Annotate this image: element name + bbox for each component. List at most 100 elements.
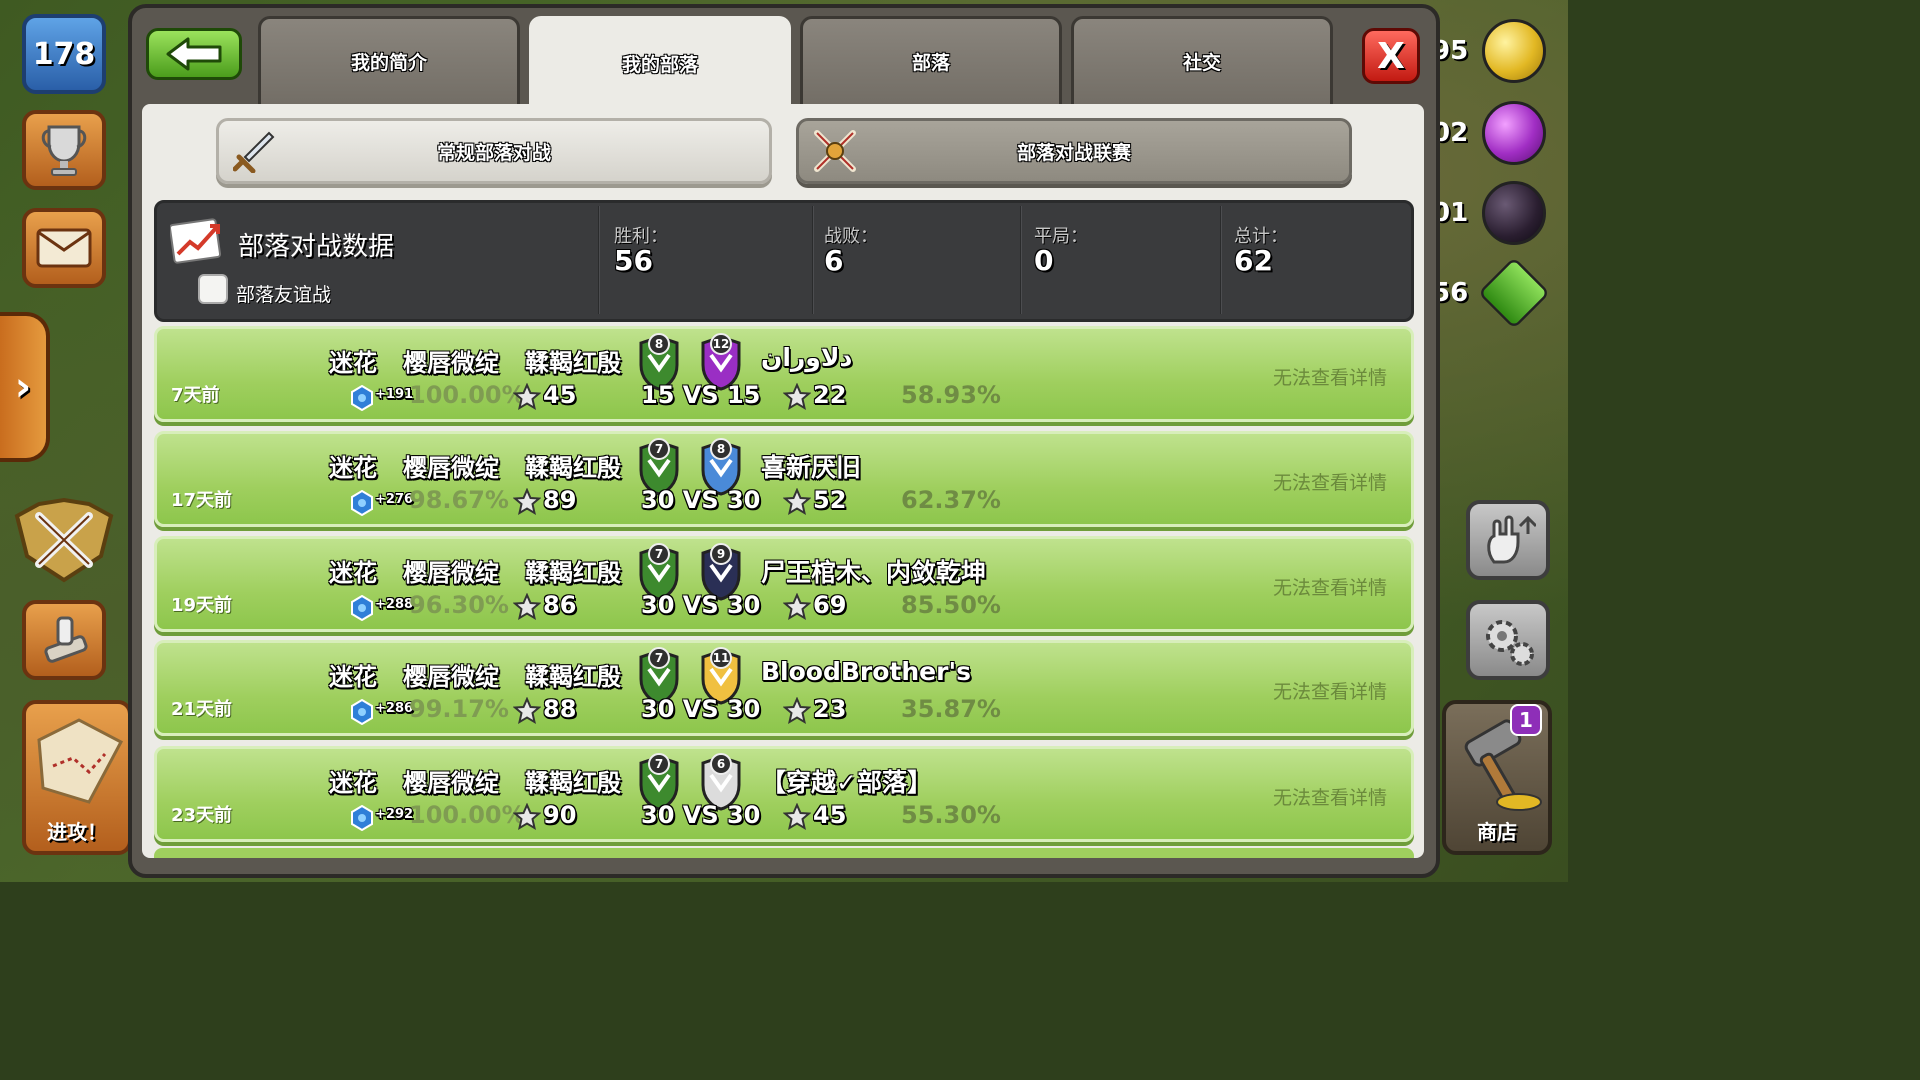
our-stars: 89 (543, 486, 577, 514)
chart-up-icon (170, 218, 222, 264)
opponent-clan-level: 12 (710, 333, 732, 355)
our-stars: 88 (543, 695, 577, 723)
tab-social[interactable]: 社交 (1071, 16, 1333, 104)
war-time-ago: 17天前 (171, 490, 233, 511)
opponent-destruction-pct: 55.30% (901, 801, 1001, 829)
details-unavailable-label: 无法查看详情 (1273, 787, 1388, 809)
losses-value: 6 (824, 244, 844, 277)
war-time-ago: 21天前 (171, 699, 233, 720)
war-log-row[interactable]: 迷花 樱唇微绽 鞣鞨红殷 7天前 +191 100.00% 45 8 12 15… (154, 326, 1414, 422)
war-log-row[interactable]: 迷花 樱唇微绽 鞣鞨红殷 23天前 +292 100.00% 90 7 6 30… (154, 746, 1414, 842)
war-size-vs: 30 VS 30 (641, 486, 761, 514)
close-button[interactable]: X (1362, 28, 1420, 84)
member-name: 鞣鞨红殷 (525, 559, 621, 587)
star-icon (783, 803, 811, 831)
close-icon: X (1377, 35, 1405, 77)
tab-my-clan[interactable]: 我的部落 (529, 16, 791, 108)
shop-button[interactable]: 1 商店 (1442, 700, 1552, 855)
gold-icon (1482, 19, 1546, 83)
opponent-stars: 22 (813, 381, 847, 409)
war-log-next-row-peek (154, 848, 1414, 858)
member-name: 鞣鞨红殷 (525, 349, 621, 377)
tab-clans[interactable]: 部落 (800, 16, 1062, 104)
star-icon (513, 803, 541, 831)
opponent-clan-name: دلاوران (761, 343, 853, 372)
layout-edit-button[interactable] (1466, 500, 1550, 580)
shop-label: 商店 (1477, 820, 1517, 844)
back-button[interactable] (146, 28, 242, 80)
star-icon (783, 593, 811, 621)
war-size-vs: 30 VS 30 (641, 695, 761, 723)
opponent-clan-level: 11 (710, 647, 732, 669)
mail-button[interactable] (22, 208, 106, 288)
opponent-clan-name: 【穿越✓部落】 (761, 768, 932, 797)
attack-button[interactable]: 进攻！ (22, 700, 132, 855)
arrow-left-icon (166, 37, 222, 71)
opponent-clan-name: BloodBrother's (761, 657, 971, 686)
member-name: 樱唇微绽 (403, 349, 499, 377)
xp-gem-icon (351, 805, 373, 831)
hammer-icon (44, 616, 88, 663)
opponent-clan-name: 尸王棺木、内敛乾坤 (761, 558, 987, 587)
our-clan-level: 7 (648, 438, 670, 460)
our-stars: 90 (543, 801, 577, 829)
opponent-stars: 23 (813, 695, 847, 723)
opponent-clan-level: 8 (710, 438, 732, 460)
chevron-right-icon: › (14, 364, 32, 410)
stats-divider (812, 206, 814, 314)
xp-gem-icon (351, 385, 373, 411)
war-log-row[interactable]: 迷花 樱唇微绽 鞣鞨红殷 19天前 +288 96.30% 86 7 9 30 … (154, 536, 1414, 632)
member-name: 迷花 (329, 559, 377, 587)
xp-gained: +288 (375, 597, 414, 612)
draws-value: 0 (1034, 244, 1054, 277)
war-log-row[interactable]: 迷花 樱唇微绽 鞣鞨红殷 17天前 +276 98.67% 89 7 8 30 … (154, 431, 1414, 527)
our-destruction-pct: 96.30% (409, 591, 509, 619)
member-name: 樱唇微绽 (403, 663, 499, 691)
war-league-label: 部落对战联赛 (1016, 141, 1131, 164)
our-destruction-pct: 100.00% (409, 381, 526, 409)
details-unavailable-label: 无法查看详情 (1273, 367, 1388, 389)
our-clan-level: 8 (648, 333, 670, 355)
tab-my-profile[interactable]: 我的简介 (258, 16, 520, 104)
our-clan-level: 7 (648, 543, 670, 565)
star-icon (783, 697, 811, 725)
expand-chat-button[interactable]: › (0, 312, 50, 462)
elixir-icon (1482, 101, 1546, 165)
war-log-row[interactable]: 迷花 樱唇微绽 鞣鞨红殷 21天前 +286 99.17% 88 7 11 30… (154, 640, 1414, 736)
xp-gained: +286 (375, 701, 414, 716)
builder-button[interactable] (22, 600, 106, 680)
our-stars: 45 (543, 381, 577, 409)
clan-war-button[interactable] (8, 495, 120, 585)
shop-notification-badge: 1 (1510, 704, 1542, 736)
opponent-clan-level: 6 (710, 753, 732, 775)
member-name: 迷花 (329, 454, 377, 482)
player-level-badge[interactable]: 178 (22, 14, 106, 94)
war-size-vs: 30 VS 30 (641, 591, 761, 619)
war-size-vs: 30 VS 30 (641, 801, 761, 829)
xp-gem-icon (351, 490, 373, 516)
trophy-button[interactable] (22, 110, 106, 190)
dark-elixir-counter: 01 (1432, 181, 1568, 245)
sword-icon (233, 131, 275, 173)
our-clan-level: 7 (648, 753, 670, 775)
member-name: 迷花 (329, 769, 377, 797)
opponent-stars: 52 (813, 486, 847, 514)
our-destruction-pct: 99.17% (409, 695, 509, 723)
gear-icon (1486, 620, 1534, 666)
star-icon (783, 488, 811, 516)
opponent-destruction-pct: 35.87% (901, 695, 1001, 723)
total-value: 62 (1234, 244, 1273, 277)
war-time-ago: 7天前 (171, 385, 220, 406)
opponent-destruction-pct: 58.93% (901, 381, 1001, 409)
member-name: 樱唇微绽 (403, 559, 499, 587)
star-icon (513, 593, 541, 621)
opponent-clan-level: 9 (710, 543, 732, 565)
trophy-icon (41, 125, 87, 176)
regular-war-tab[interactable]: 常规部落对战 (216, 118, 772, 184)
member-name: 迷花 (329, 663, 377, 691)
star-icon (513, 488, 541, 516)
war-league-tab[interactable]: 部落对战联赛 (796, 118, 1352, 184)
friendly-war-checkbox[interactable] (198, 274, 228, 304)
member-name: 樱唇微绽 (403, 454, 499, 482)
settings-button[interactable] (1466, 600, 1550, 680)
